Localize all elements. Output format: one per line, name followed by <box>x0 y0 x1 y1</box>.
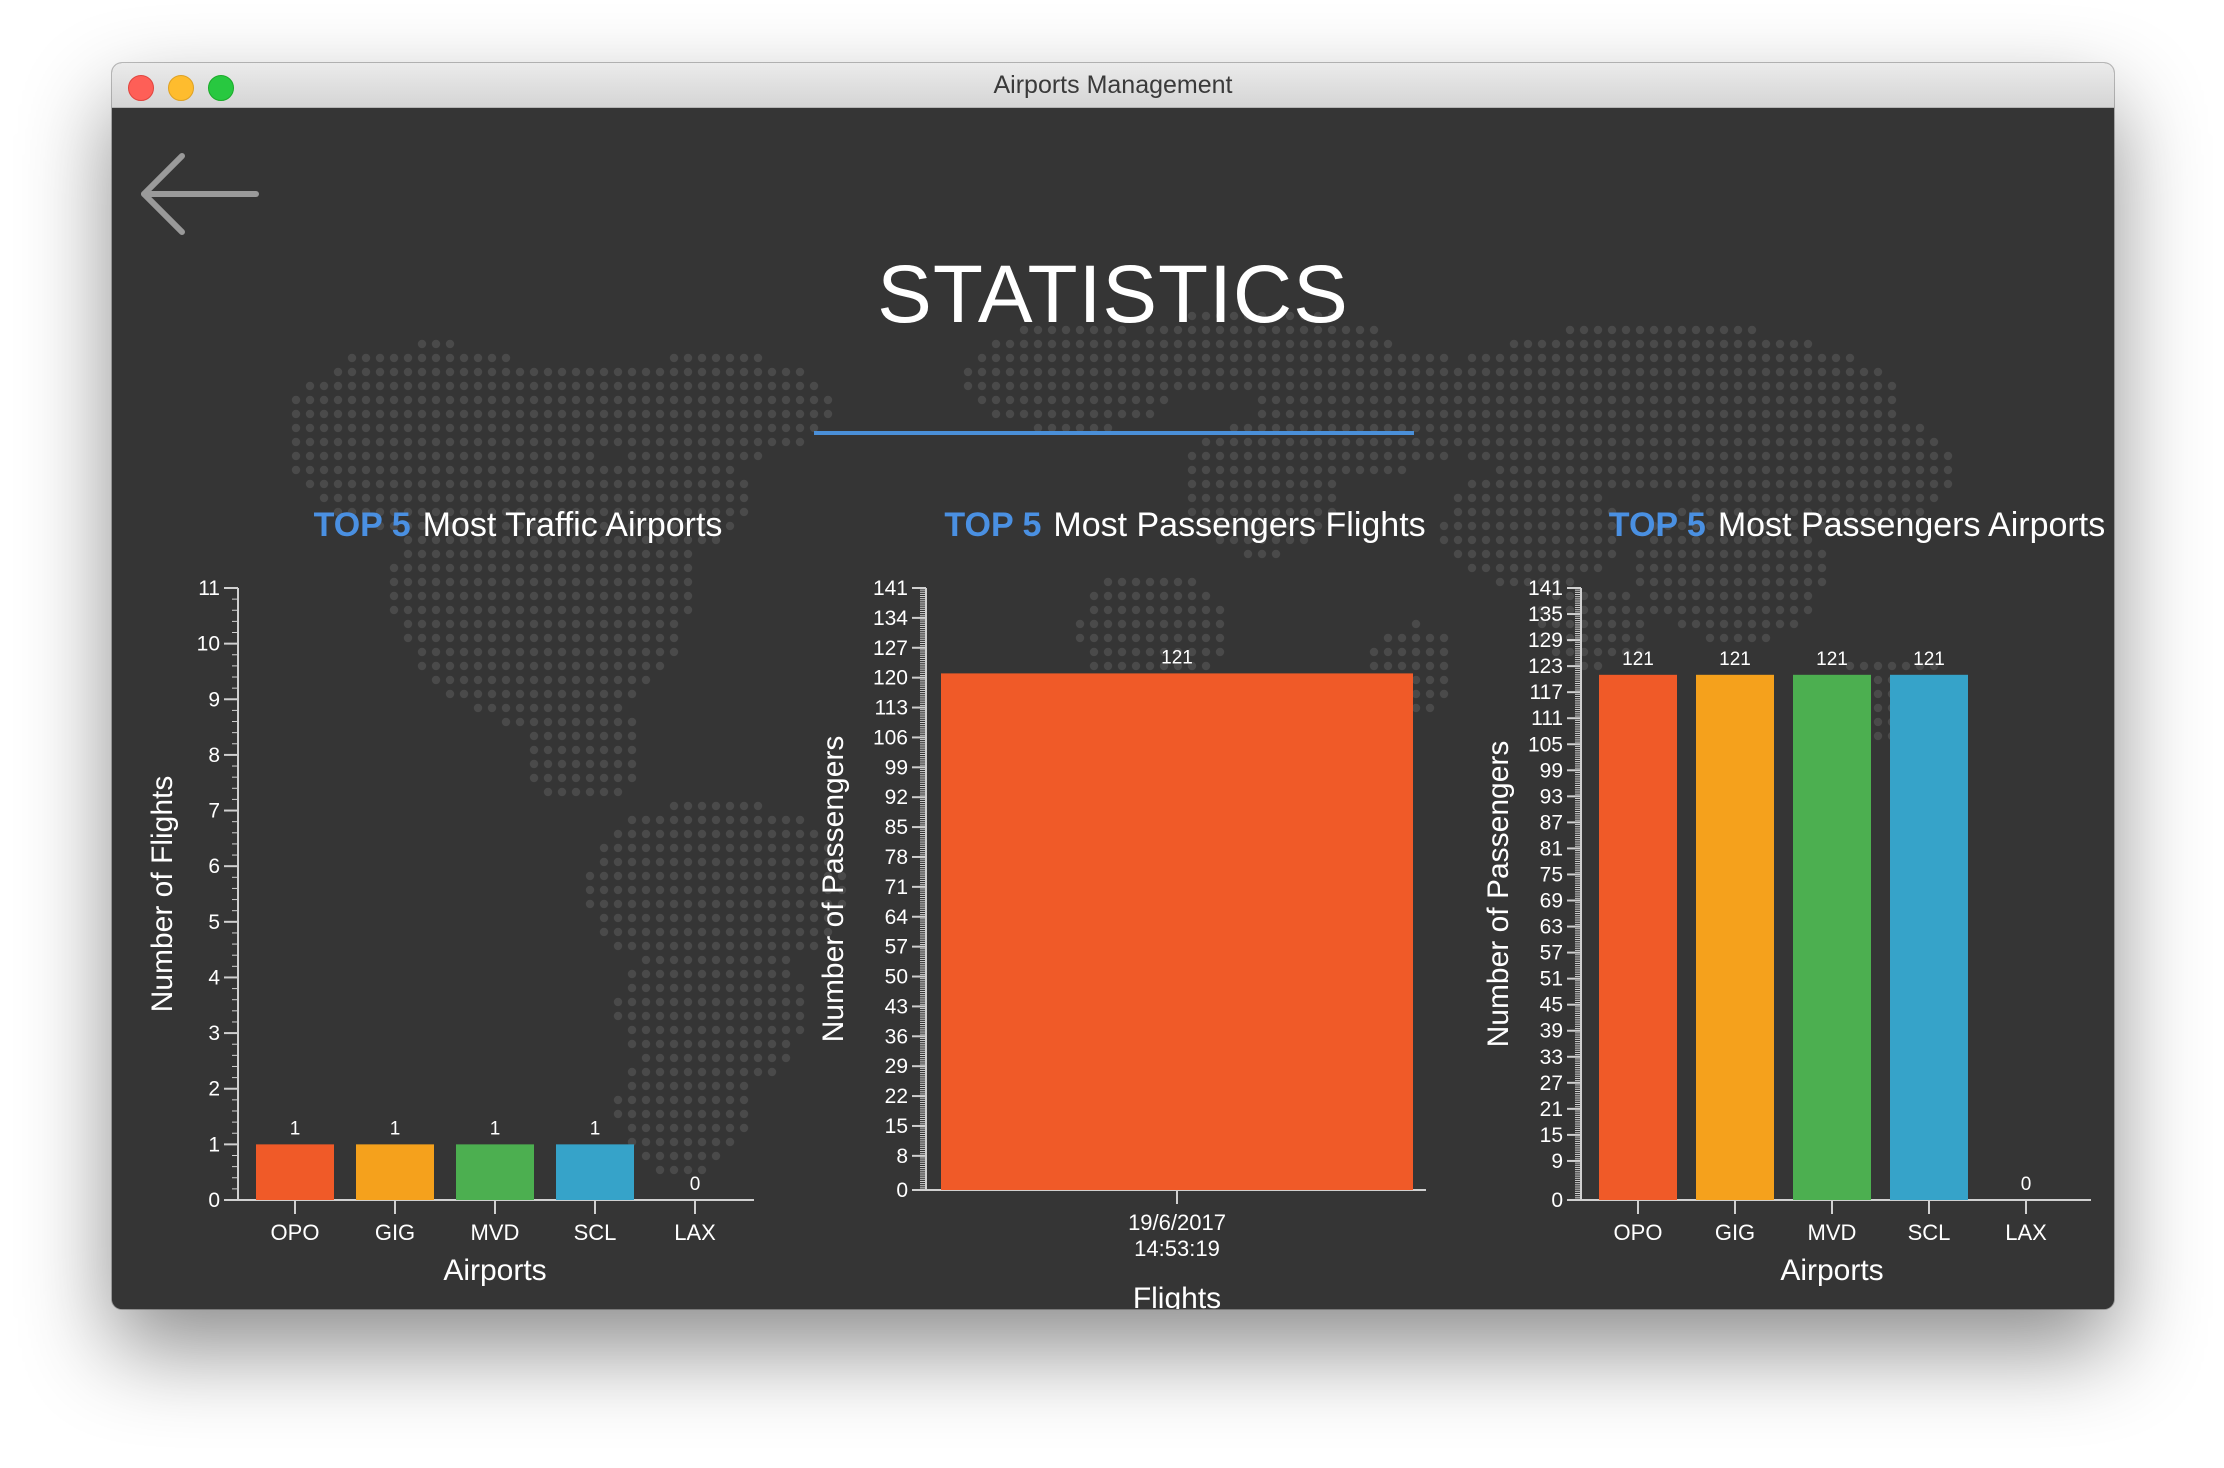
y-tick-label: 111 <box>1531 707 1563 730</box>
x-tick-label: MVD <box>1808 1220 1857 1245</box>
bar[interactable] <box>1696 674 1774 1200</box>
bar[interactable] <box>1793 674 1871 1200</box>
y-tick-label: 75 <box>1540 863 1563 886</box>
y-tick-label: 135 <box>1528 603 1563 626</box>
bar-value-label: 0 <box>2021 1174 2032 1195</box>
y-tick-label: 87 <box>1540 811 1563 834</box>
statistics-view: STATISTICS TOP 5 Most Traffic Airports TO… <box>112 108 2114 1309</box>
y-tick-label: 39 <box>1540 1020 1563 1043</box>
y-tick-label: 141 <box>1528 577 1563 600</box>
y-tick-label: 123 <box>1528 655 1563 678</box>
bar-value-label: 121 <box>1913 649 1945 670</box>
y-tick-label: 15 <box>1540 1124 1563 1147</box>
y-tick-label: 33 <box>1540 1046 1563 1069</box>
x-tick-label: SCL <box>1908 1220 1951 1245</box>
bar-value-label: 121 <box>1719 649 1751 670</box>
y-tick-label: 93 <box>1540 785 1563 808</box>
y-tick-label: 117 <box>1530 681 1563 704</box>
y-tick-label: 0 <box>1551 1189 1563 1212</box>
bar[interactable] <box>1890 674 1968 1200</box>
y-tick-label: 45 <box>1540 994 1563 1017</box>
x-axis-label: Airports <box>1780 1254 1883 1287</box>
y-tick-label: 9 <box>1551 1150 1563 1173</box>
y-axis-label: Number of Passengers <box>1482 741 1515 1048</box>
y-tick-label: 129 <box>1528 629 1563 652</box>
app-window: Airports Management STATISTICS TOP 5 Most… <box>112 63 2114 1309</box>
x-tick-label: OPO <box>1614 1220 1663 1245</box>
y-tick-label: 105 <box>1528 733 1563 756</box>
y-tick-label: 57 <box>1540 942 1563 965</box>
chart-most-passengers-airports: 0 9 15 21 27 33 39 45 51 57 63 69 75 81 87 93 99 105 111 11… <box>1482 577 2091 1287</box>
title-bar[interactable]: Airports Management <box>112 63 2114 108</box>
y-tick-label: 63 <box>1540 916 1563 939</box>
x-tick-label: GIG <box>1715 1220 1755 1245</box>
window-title: Airports Management <box>993 71 1233 99</box>
y-tick-label: 99 <box>1540 759 1563 782</box>
y-tick-label: 27 <box>1540 1072 1563 1095</box>
y-tick-label: 21 <box>1540 1098 1563 1121</box>
y-tick-label: 69 <box>1540 890 1563 913</box>
y-tick-label: 51 <box>1540 968 1563 991</box>
bar-value-label: 121 <box>1816 649 1848 670</box>
bar-value-label: 121 <box>1622 649 1654 670</box>
x-tick-label: LAX <box>2005 1220 2047 1245</box>
y-tick-label: 81 <box>1540 837 1563 860</box>
bar[interactable] <box>1599 674 1677 1200</box>
